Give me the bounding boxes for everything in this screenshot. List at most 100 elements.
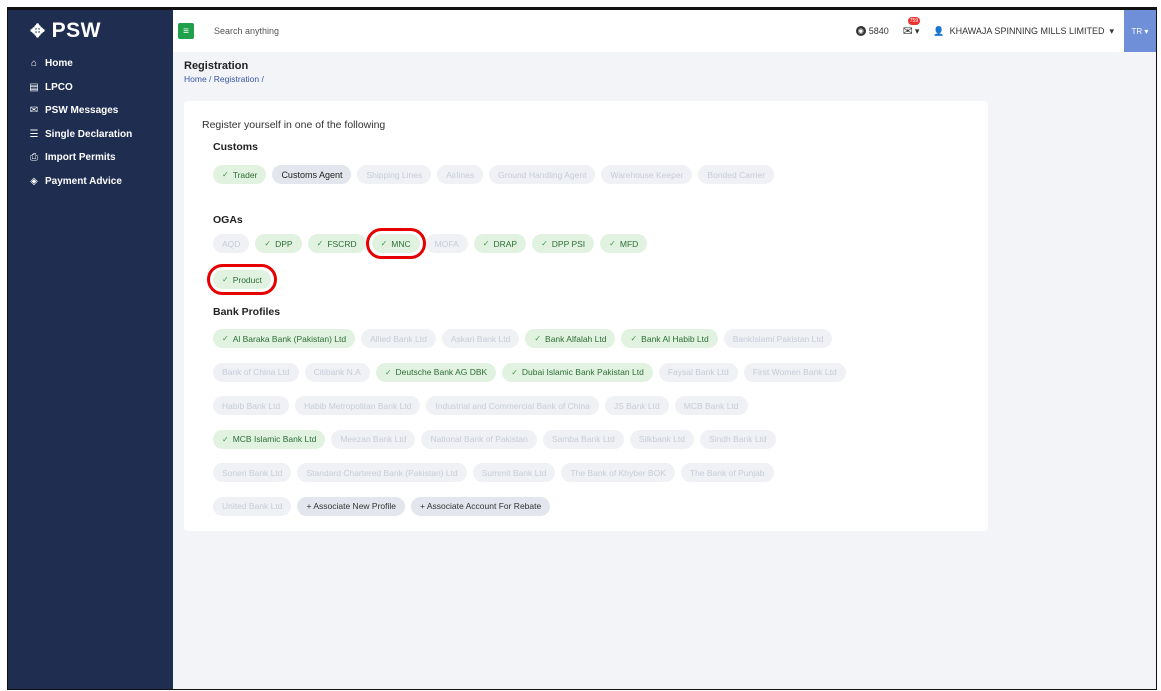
- option-label: Deutsche Bank AG DBK: [395, 367, 488, 377]
- registration-card: Register yourself in one of the followin…: [184, 101, 988, 531]
- bank-option-askari-bank-ltd: Askari Bank Ltd: [441, 329, 520, 348]
- bank-option-national-bank-of-pakistan: National Bank of Pakistan: [421, 429, 537, 449]
- option-label: Shipping Lines: [366, 169, 423, 180]
- customs-heading: Customs: [213, 141, 258, 153]
- user-menu[interactable]: 👤 KHAWAJA SPINNING MILLS LIMITED ▾: [933, 26, 1114, 37]
- sidebar-item-label: PSW Messages: [45, 105, 119, 117]
- oga-option-product[interactable]: ✓ Product: [207, 264, 277, 295]
- sidebar-item-import-permits[interactable]: ⎙ Import Permits: [8, 146, 173, 170]
- option-label: Trader: [232, 169, 258, 180]
- action-associate-new-profile[interactable]: + Associate New Profile: [297, 496, 406, 516]
- app-frame: ✥ PSW ⌂ Home ▤ LPCO ✉ PSW Messages ☰ Single Dec…: [7, 7, 1157, 690]
- bank-option-the-bank-of-khyber-bok: The Bank of Khyber BOK: [561, 463, 675, 482]
- oga-option-dpp-psi[interactable]: ✓ DPP PSI: [532, 234, 595, 253]
- avatar[interactable]: TR ▾: [1124, 10, 1156, 52]
- bank-option-summit-bank-ltd: Summit Bank Ltd: [472, 463, 556, 482]
- option-label: Customs Agent: [281, 169, 343, 180]
- oga-option-mnc[interactable]: ✓ MNC: [365, 228, 426, 259]
- bank-option-bank-al-habib-ltd[interactable]: ✓ Bank Al Habib Ltd: [621, 329, 718, 348]
- page-header: Registration Home / Registration /: [184, 60, 264, 84]
- option-label: Bank Alfalah Ltd: [545, 333, 607, 344]
- topbar: ≡ Search anything ◉ 5840 ✉ 759 ▾ 👤 KHAWA…: [173, 10, 1156, 52]
- option-label: AQD: [222, 238, 241, 249]
- coin-icon: ◉: [855, 26, 866, 36]
- check-icon: ✓: [534, 334, 542, 343]
- check-icon: ✓: [482, 239, 490, 248]
- option-label: Summit Bank Ltd: [481, 467, 547, 478]
- option-label: Citibank N.A: [313, 367, 361, 377]
- sidebar-item-single-declaration[interactable]: ☰ Single Declaration: [8, 123, 173, 147]
- oga-option-fscrd[interactable]: ✓ FSCRD: [307, 234, 366, 253]
- coins-value: 5840: [868, 26, 889, 36]
- option-label: Ground Handling Agent: [498, 169, 587, 180]
- oga-option-drap[interactable]: ✓ DRAP: [473, 234, 527, 253]
- customs-option-customs-agent[interactable]: Customs Agent: [272, 165, 352, 184]
- psw-logo-icon: ✥: [30, 20, 46, 41]
- hamburger-icon: ≡: [183, 25, 189, 37]
- bank-row: ✓ Al Baraka Bank (Pakistan) Ltd Allied Ban…: [213, 329, 833, 348]
- option-label: DPP: [275, 238, 293, 249]
- check-icon: ✓: [541, 239, 548, 248]
- option-label: Bank Al Habib Ltd: [641, 333, 709, 344]
- option-label: National Bank of Pakistan: [430, 434, 528, 444]
- check-icon: ✓: [630, 334, 638, 343]
- sidebar-item-payment-advice[interactable]: ◈ Payment Advice: [8, 170, 173, 194]
- bank-option-sindh-bank-ltd: Sindh Bank Ltd: [700, 429, 776, 449]
- option-label: DPP PSI: [551, 238, 586, 249]
- bank-option-mcb-islamic-bank-ltd[interactable]: ✓ MCB Islamic Bank Ltd: [213, 429, 326, 449]
- oga-option-mofa: MOFA: [425, 234, 468, 253]
- bank-row: Habib Bank Ltd Habib Metropolitan Bank Lt…: [213, 396, 748, 415]
- psw-logo[interactable]: ✥ PSW: [8, 10, 173, 52]
- search-input[interactable]: Search anything: [214, 26, 714, 36]
- coins-counter[interactable]: ◉ 5840: [855, 26, 889, 36]
- option-label: Allied Bank Ltd: [370, 333, 427, 344]
- option-label: BankIslami Pakistan Ltd: [732, 333, 824, 344]
- bank-option-habib-bank-ltd: Habib Bank Ltd: [213, 396, 290, 415]
- option-label: DRAP: [493, 238, 518, 249]
- sidebar-item-label: LPCO: [45, 81, 73, 93]
- psw-logo-text: PSW: [51, 19, 101, 42]
- user-icon: 👤: [933, 25, 945, 36]
- customs-option-bonded-carrier: Bonded Carrier: [698, 165, 775, 184]
- bank-option-al-baraka-bank-pakistan-ltd[interactable]: ✓ Al Baraka Bank (Pakistan) Ltd: [213, 329, 356, 348]
- option-label: Dubai Islamic Bank Pakistan Ltd: [521, 367, 644, 377]
- action-associate-account-for-rebate[interactable]: + Associate Account For Rebate: [411, 496, 551, 516]
- ogas-heading: OGAs: [213, 214, 243, 226]
- customs-option-trader[interactable]: ✓ Trader: [213, 165, 267, 184]
- oga-option-mfd[interactable]: ✓ MFD: [600, 234, 648, 253]
- topbar-right: ◉ 5840 ✉ 759 ▾ 👤 KHAWAJA SPINNING MILLS …: [855, 10, 1156, 52]
- check-icon: ✓: [380, 239, 388, 248]
- bank-option-deutsche-bank-ag-dbk[interactable]: ✓ Deutsche Bank AG DBK: [375, 362, 497, 382]
- oga-option-dpp[interactable]: ✓ DPP: [255, 234, 302, 253]
- bank-option-first-women-bank-ltd: First Women Bank Ltd: [743, 362, 846, 382]
- notifications-button[interactable]: ✉ 759 ▾: [903, 17, 921, 38]
- customs-option-shipping-lines: Shipping Lines: [357, 165, 432, 184]
- import-icon: ⎙: [30, 152, 38, 164]
- sidebar-item-psw-messages[interactable]: ✉ PSW Messages: [8, 99, 173, 123]
- sidebar-nav: ⌂ Home ▤ LPCO ✉ PSW Messages ☰ Single Declarati…: [8, 52, 173, 193]
- sidebar-item-lpco[interactable]: ▤ LPCO: [8, 76, 173, 100]
- bank-option-dubai-islamic-bank-pakistan-ltd[interactable]: ✓ Dubai Islamic Bank Pakistan Ltd: [502, 362, 653, 382]
- customs-option-airlines: Airlines: [437, 165, 484, 184]
- option-label: Habib Metropolitan Bank Ltd: [304, 400, 412, 411]
- bank-option-citibank-n-a: Citibank N.A: [304, 362, 370, 382]
- messages-icon: ✉: [29, 105, 39, 117]
- sidebar-item-home[interactable]: ⌂ Home: [8, 52, 173, 76]
- bank-option-bank-alfalah-ltd[interactable]: ✓ Bank Alfalah Ltd: [525, 329, 616, 348]
- bank-row: United Bank Ltd + Associate New Profile + …: [213, 496, 551, 516]
- bank-option-bankislami-pakistan-ltd: BankIslami Pakistan Ltd: [723, 329, 833, 348]
- customs-option-warehouse-keeper: Warehouse Keeper: [601, 165, 693, 184]
- bank-option-industrial-and-commercial-bank-of-china: Industrial and Commercial Bank of China: [426, 396, 599, 415]
- home-icon: ⌂: [30, 58, 38, 70]
- option-label: Soneri Bank Ltd: [222, 467, 283, 478]
- option-label: Askari Bank Ltd: [450, 333, 511, 344]
- bank-option-samba-bank-ltd: Samba Bank Ltd: [542, 429, 624, 449]
- option-label: Product: [232, 274, 262, 285]
- bank-option-habib-metropolitan-bank-ltd: Habib Metropolitan Bank Ltd: [295, 396, 421, 415]
- menu-toggle-button[interactable]: ≡: [178, 23, 194, 39]
- declaration-icon: ☰: [29, 128, 39, 140]
- option-label: Warehouse Keeper: [610, 169, 684, 180]
- bank-option-js-bank-ltd: JS Bank Ltd: [604, 396, 669, 415]
- bank-option-the-bank-of-punjab: The Bank of Punjab: [680, 463, 774, 482]
- breadcrumb[interactable]: Home / Registration /: [184, 74, 264, 84]
